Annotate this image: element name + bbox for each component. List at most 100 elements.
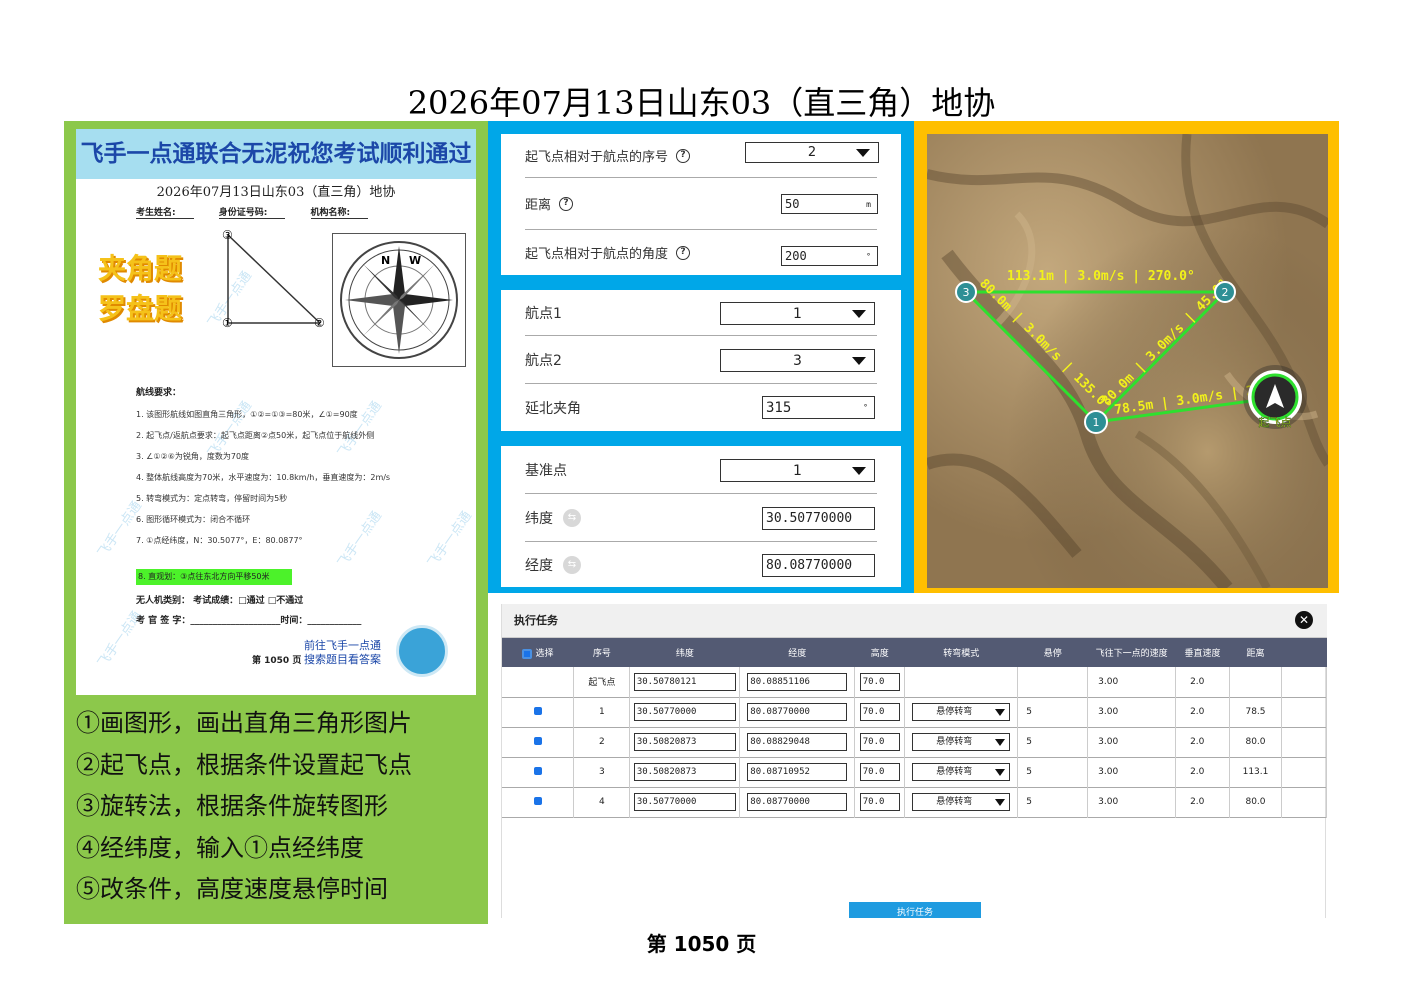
- route-label-top: 113.1m | 3.0m/s | 270.0°: [1007, 269, 1195, 284]
- row-checkbox[interactable]: [533, 706, 542, 715]
- longitude-label: 经度: [525, 557, 553, 574]
- latitude-value: 30.50770000: [766, 511, 853, 526]
- lat-input[interactable]: 30.50820873: [633, 763, 736, 781]
- row-checkbox[interactable]: [533, 796, 542, 805]
- angle-unit: °: [866, 251, 871, 261]
- execute-task-button[interactable]: 执行任务: [849, 902, 981, 918]
- paper-title: 2026年07月13日山东03（直三角）地协: [156, 185, 396, 200]
- footer-page-number: 第 1050 页: [646, 932, 757, 956]
- distance-label: 距离: [525, 198, 552, 213]
- takeoff-seq-value: 2: [807, 145, 817, 160]
- cell-hover: 5: [1017, 757, 1089, 787]
- takeoff-label: 起飞点: [1259, 416, 1292, 429]
- close-icon[interactable]: ✕: [1295, 611, 1313, 629]
- turn-mode-select[interactable]: 悬停转弯: [912, 793, 1011, 811]
- header-select[interactable]: 选择: [502, 638, 574, 667]
- help-icon[interactable]: ?: [559, 196, 574, 211]
- diagram-label-2: ②: [314, 316, 325, 330]
- exam-result-fields: 无人机类别： 考试成绩：□通过 □不通过 考 官 签 字：___________…: [136, 591, 361, 631]
- latitude-input[interactable]: 30.50770000: [762, 507, 875, 530]
- qr-code-icon: [396, 625, 448, 677]
- step-item: ②起飞点，根据条件设置起飞点: [76, 750, 412, 779]
- row-checkbox[interactable]: [533, 736, 542, 745]
- alt-input[interactable]: 70.0: [859, 733, 900, 751]
- help-icon[interactable]: ?: [676, 148, 691, 163]
- select-all-checkbox[interactable]: [522, 648, 533, 659]
- header-lat: 纬度: [675, 649, 694, 659]
- field-id: 身份证号码:: [218, 205, 286, 219]
- swap-icon[interactable]: ⇆: [563, 555, 581, 574]
- signature-line: 考 官 签 字：____________________时间：_________…: [136, 616, 362, 626]
- lon-input[interactable]: 80.08770000: [747, 793, 848, 811]
- alt-input[interactable]: 70.0: [859, 763, 900, 781]
- cell-distance: 80.0: [1229, 727, 1282, 757]
- highlighted-requirement: 8. 直观划：③点往东北方向平移50米: [136, 569, 292, 585]
- cell-vspeed: 2.0: [1175, 667, 1231, 697]
- base-point-label: 基准点: [525, 462, 567, 479]
- cell-distance: 80.0: [1229, 787, 1282, 817]
- exam-paper: 飞手一点通 飞手一点通 飞手一点通 飞手一点通 飞手一点通 飞手一点通 飞手一点…: [76, 129, 476, 695]
- diagram-label-1: ①: [222, 316, 233, 330]
- cell-speed: 3.00: [1087, 697, 1177, 727]
- step-item: ①画图形，画出直角三角形图片: [76, 709, 412, 737]
- table-row-takeoff: 起飞点 30.50780121 80.08851106 70.0 3.00 2.…: [502, 667, 1328, 697]
- waypoint1-label: 航点1: [525, 305, 562, 322]
- waypoint-marker-2[interactable]: 2: [1214, 281, 1236, 303]
- takeoff-angle-input[interactable]: 200 °: [781, 246, 878, 266]
- lat-input[interactable]: 30.50770000: [633, 703, 736, 721]
- waypoint1-select[interactable]: 1: [720, 302, 875, 325]
- alt-input[interactable]: 70.0: [859, 672, 900, 691]
- requirement-item: 7. ①点经纬度，N：30.5077°，E：80.0877°: [136, 536, 303, 545]
- lat-input[interactable]: 30.50820873: [633, 733, 736, 751]
- header-speed: 飞往下一点的速度: [1095, 649, 1168, 659]
- turn-mode-select[interactable]: 悬停转弯: [912, 733, 1011, 751]
- takeoff-seq-select[interactable]: 2: [745, 142, 879, 163]
- table-row: 4 30.50770000 80.08770000 70.0 悬停转弯 5 3.…: [502, 787, 1328, 817]
- map-canvas[interactable]: 113.1m | 3.0m/s | 270.0° 80.0m | 3.0m/s …: [927, 134, 1328, 588]
- compass-w: W: [409, 254, 421, 267]
- north-angle-input[interactable]: 315 °: [762, 396, 875, 419]
- alt-input[interactable]: 70.0: [859, 703, 900, 721]
- table-row: 1 30.50770000 80.08770000 70.0 悬停转弯 5 3.…: [502, 697, 1328, 727]
- requirement-item: 2. 起飞点/返航点要求：起飞点距离②点50米，起飞点位于航线外侧: [136, 431, 375, 440]
- longitude-input[interactable]: 80.08770000: [762, 554, 875, 577]
- help-icon[interactable]: ?: [676, 245, 691, 260]
- cell-seq: 1: [573, 697, 631, 727]
- lat-input[interactable]: 30.50780121: [633, 672, 736, 691]
- turn-mode-select[interactable]: 悬停转弯: [912, 703, 1011, 721]
- waypoint-marker-label: 3: [963, 286, 970, 299]
- requirement-item: 6. 图形循环模式为：闭合不循环: [136, 515, 251, 524]
- distance-value: 50: [785, 197, 800, 211]
- header-alt: 高度: [870, 649, 889, 659]
- takeoff-seq-label: 起飞点相对于航点的序号: [525, 150, 669, 165]
- lon-input[interactable]: 80.08851106: [747, 672, 848, 691]
- lat-input[interactable]: 30.50770000: [633, 793, 736, 811]
- chevron-down-icon: [995, 769, 1006, 776]
- waypoint-table: 选择 序号 纬度 经度 高度 转弯模式 悬停 飞往下一点的速度 垂直速度 距离 …: [502, 638, 1328, 818]
- waypoint-marker-3[interactable]: 3: [955, 281, 977, 303]
- turn-mode-select[interactable]: 悬停转弯: [912, 763, 1011, 781]
- chevron-down-icon: [995, 799, 1006, 806]
- alt-input[interactable]: 70.0: [859, 793, 900, 811]
- waypoint2-value: 3: [793, 352, 802, 369]
- waypoint-marker-1[interactable]: 1: [1084, 410, 1108, 434]
- chevron-down-icon: [852, 466, 866, 475]
- swap-icon[interactable]: ⇆: [563, 508, 581, 527]
- lon-input[interactable]: 80.08710952: [747, 763, 848, 781]
- coordinate-card: 基准点 1 纬度 ⇆ 30.50770000 经度 ⇆ 80.08770000: [501, 446, 901, 587]
- satellite-map[interactable]: 113.1m | 3.0m/s | 270.0° 80.0m | 3.0m/s …: [927, 134, 1328, 588]
- cell-distance: 113.1: [1229, 757, 1282, 787]
- chevron-down-icon: [852, 309, 866, 318]
- angle-unit: °: [863, 403, 868, 412]
- row-checkbox[interactable]: [533, 766, 542, 775]
- takeoff-marker[interactable]: 起飞点: [1243, 365, 1307, 429]
- requirement-item: 3. ∠①②⑥为锐角，度数为70度: [136, 452, 250, 461]
- waypoint2-select[interactable]: 3: [720, 349, 875, 372]
- base-point-select[interactable]: 1: [720, 459, 875, 482]
- step-item: ④经纬度，输入①点经纬度: [76, 833, 364, 862]
- lon-input[interactable]: 80.08829048: [747, 733, 848, 751]
- distance-input[interactable]: 50 m: [781, 194, 878, 214]
- header-lon: 经度: [788, 649, 807, 659]
- takeoff-angle-value: 200: [785, 249, 807, 263]
- lon-input[interactable]: 80.08770000: [747, 703, 848, 721]
